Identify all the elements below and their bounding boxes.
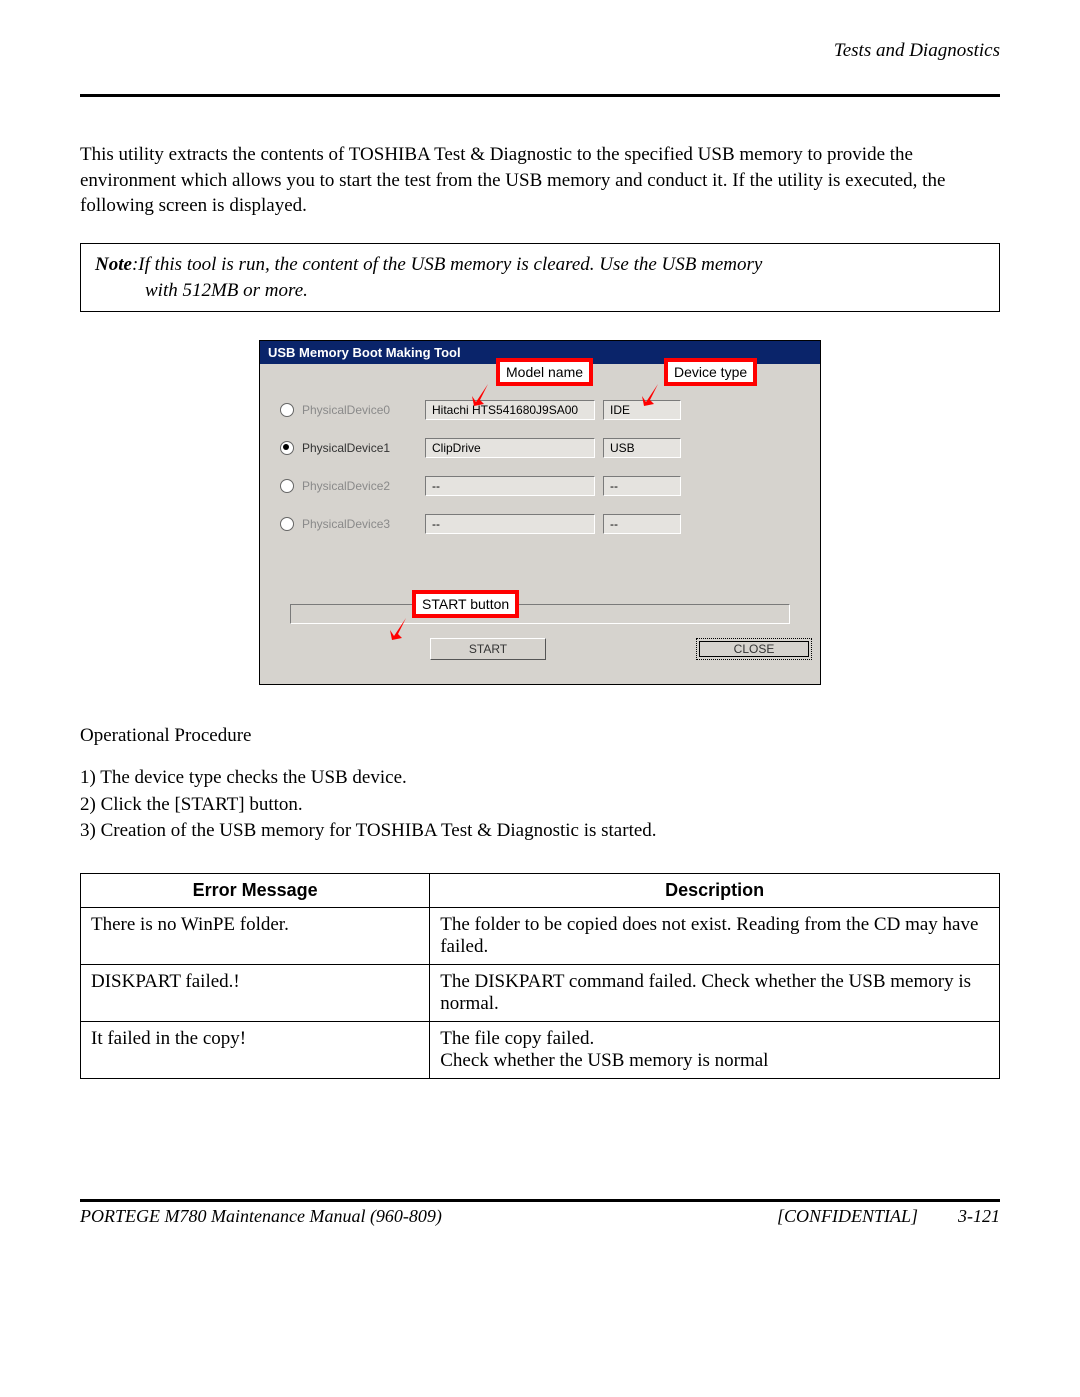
device-label: PhysicalDevice3: [302, 517, 417, 531]
note-box: Note:If this tool is run, the content of…: [80, 243, 1000, 312]
footer-right: 3-121: [958, 1206, 1000, 1227]
callout-model-name: Model name: [496, 358, 593, 386]
callout-start-button: START button: [412, 590, 519, 618]
device-row: PhysicalDevice1 ClipDrive USB: [280, 438, 800, 458]
device-label: PhysicalDevice0: [302, 403, 417, 417]
radio-device-1[interactable]: [280, 441, 294, 455]
device-type: USB: [603, 438, 681, 458]
error-table: Error Message Description There is no Wi…: [80, 873, 1000, 1079]
device-type: --: [603, 514, 681, 534]
device-row: PhysicalDevice0 Hitachi HTS541680J9SA00 …: [280, 400, 800, 420]
footer-center: [CONFIDENTIAL]: [737, 1206, 958, 1227]
arrow-icon: [470, 382, 490, 408]
table-row: DISKPART failed.! The DISKPART command f…: [81, 964, 1000, 1021]
device-model: Hitachi HTS541680J9SA00: [425, 400, 595, 420]
device-type: --: [603, 476, 681, 496]
progress-bar: [290, 604, 790, 624]
page-footer: PORTEGE M780 Maintenance Manual (960-809…: [80, 1199, 1000, 1227]
error-msg: DISKPART failed.!: [81, 964, 430, 1021]
note-text-2: with 512MB or more.: [95, 278, 985, 304]
table-row: There is no WinPE folder. The folder to …: [81, 907, 1000, 964]
callout-device-type: Device type: [664, 358, 757, 386]
error-desc: The DISKPART command failed. Check wheth…: [430, 964, 1000, 1021]
start-button[interactable]: START: [430, 638, 546, 660]
page-section-title: Tests and Diagnostics: [80, 40, 1000, 64]
header-rule: [80, 94, 1000, 97]
device-row: PhysicalDevice3 -- --: [280, 514, 800, 534]
close-button[interactable]: CLOSE: [696, 638, 812, 660]
error-msg: There is no WinPE folder.: [81, 907, 430, 964]
procedure-step: 2) Click the [START] button.: [80, 792, 1000, 819]
usb-tool-window: USB Memory Boot Making Tool Model name D…: [259, 340, 821, 685]
device-model: --: [425, 514, 595, 534]
error-msg: It failed in the copy!: [81, 1021, 430, 1078]
device-label: PhysicalDevice2: [302, 479, 417, 493]
procedure-step: 1) The device type checks the USB device…: [80, 765, 1000, 792]
error-desc: The folder to be copied does not exist. …: [430, 907, 1000, 964]
error-desc: The file copy failed. Check whether the …: [430, 1021, 1000, 1078]
table-row: It failed in the copy! The file copy fai…: [81, 1021, 1000, 1078]
radio-device-3[interactable]: [280, 517, 294, 531]
arrow-icon: [388, 616, 408, 642]
note-label: Note: [95, 254, 132, 275]
device-model: ClipDrive: [425, 438, 595, 458]
procedure-step: 3) Creation of the USB memory for TOSHIB…: [80, 818, 1000, 845]
arrow-icon: [640, 382, 660, 408]
intro-paragraph: This utility extracts the contents of TO…: [80, 142, 1000, 219]
radio-device-2[interactable]: [280, 479, 294, 493]
device-label: PhysicalDevice1: [302, 441, 417, 455]
device-model: --: [425, 476, 595, 496]
procedure-heading: Operational Procedure: [80, 725, 1000, 747]
radio-device-0[interactable]: [280, 403, 294, 417]
footer-left: PORTEGE M780 Maintenance Manual (960-809…: [80, 1206, 737, 1227]
note-text-1: :If this tool is run, the content of the…: [132, 254, 762, 275]
error-header-desc: Description: [430, 873, 1000, 907]
error-header-msg: Error Message: [81, 873, 430, 907]
device-row: PhysicalDevice2 -- --: [280, 476, 800, 496]
